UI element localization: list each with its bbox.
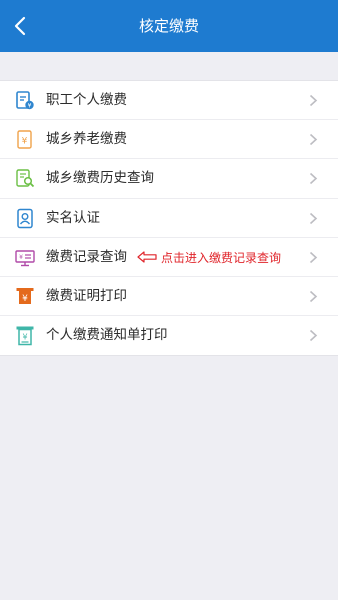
menu-item-history-query[interactable]: 城乡缴费历史查询 bbox=[0, 159, 338, 199]
chevron-left-icon bbox=[14, 16, 26, 36]
annotation-text: 点击进入缴费记录查询 bbox=[161, 250, 282, 265]
menu-item-label: 职工个人缴费 bbox=[46, 92, 127, 108]
payment-menu: ¥ 职工个人缴费 ¥ 城乡养老缴费 城乡缴费历史查询 实名认证 ¥ 缴费记录查询… bbox=[0, 80, 338, 357]
chevron-right-icon bbox=[309, 173, 318, 185]
menu-item-label: 个人缴费通知单打印 bbox=[46, 327, 168, 344]
certificate-print-icon: ¥ bbox=[16, 287, 34, 304]
menu-item-label: 缴费证明打印 bbox=[46, 287, 127, 304]
menu-item-pension-payment[interactable]: ¥ 城乡养老缴费 bbox=[0, 120, 338, 160]
menu-item-certificate-print[interactable]: ¥ 缴费证明打印 bbox=[0, 277, 338, 317]
notice-print-icon: ¥ bbox=[16, 326, 34, 346]
employee-payment-icon: ¥ bbox=[16, 91, 34, 109]
menu-item-employee-payment[interactable]: ¥ 职工个人缴费 bbox=[0, 81, 338, 121]
menu-item-payment-record-query[interactable]: ¥ 缴费记录查询 点击进入缴费记录查询 bbox=[0, 238, 338, 277]
svg-text:¥: ¥ bbox=[22, 294, 28, 304]
svg-text:¥: ¥ bbox=[28, 102, 32, 109]
app-header: 核定缴费 bbox=[0, 0, 338, 52]
pension-payment-icon: ¥ bbox=[17, 130, 32, 149]
menu-item-label: 城乡缴费历史查询 bbox=[46, 170, 154, 187]
chevron-right-icon bbox=[309, 94, 318, 107]
menu-item-label: 城乡养老缴费 bbox=[46, 131, 127, 148]
id-card-icon bbox=[17, 208, 33, 228]
svg-text:¥: ¥ bbox=[22, 333, 27, 342]
svg-text:¥: ¥ bbox=[22, 137, 28, 147]
chevron-right-icon bbox=[309, 212, 318, 224]
menu-item-notice-print[interactable]: ¥ 个人缴费通知单打印 bbox=[0, 316, 338, 355]
arrow-left-icon bbox=[137, 251, 157, 263]
page-title: 核定缴费 bbox=[138, 17, 199, 35]
menu-item-real-name-auth[interactable]: 实名认证 bbox=[0, 199, 338, 238]
chevron-right-icon bbox=[309, 290, 318, 303]
chevron-right-icon bbox=[309, 251, 318, 263]
annotation-callout: 点击进入缴费记录查询 bbox=[137, 238, 281, 277]
menu-item-label: 实名认证 bbox=[46, 209, 100, 226]
back-button[interactable] bbox=[0, 0, 40, 52]
menu-item-label: 缴费记录查询 bbox=[46, 248, 127, 265]
svg-text:¥: ¥ bbox=[19, 254, 23, 261]
payment-record-icon: ¥ bbox=[15, 250, 35, 266]
chevron-right-icon bbox=[309, 330, 318, 342]
chevron-right-icon bbox=[309, 134, 318, 146]
history-query-icon bbox=[16, 169, 35, 188]
